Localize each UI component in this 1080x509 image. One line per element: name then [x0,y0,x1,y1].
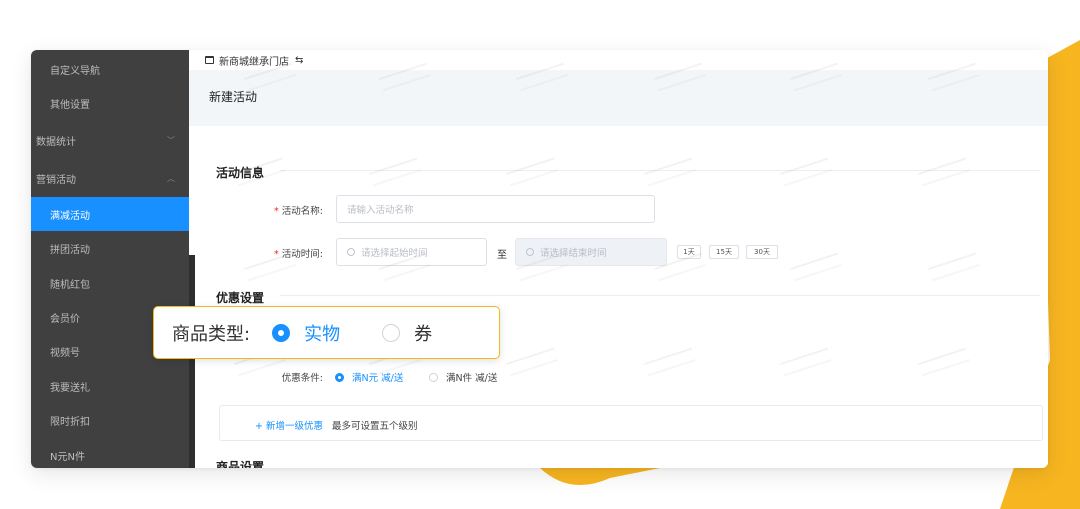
clock-icon [526,248,534,256]
watermark-mark [918,157,970,187]
deco-yellow-bottom [540,468,660,486]
start-time-input[interactable]: 请选择起始时间 [336,238,487,266]
sidebar-item-label: N元N件 [50,451,85,463]
store-switcher[interactable]: 新商城继承门店 ⇆ [195,50,1048,70]
goods-type-label: 商品类型: [172,323,251,345]
start-time-placeholder: 请选择起始时间 [361,248,428,259]
watermark-mark [790,252,842,282]
discount-levels-tip: 最多可设置五个级别 [332,421,418,432]
activity-time-label: * 活动时间: [225,246,323,260]
discount-condition-label: 优惠条件: [281,373,323,384]
radio-checked-icon[interactable] [272,323,291,342]
quick-range-15-days[interactable]: 15天 [709,245,739,259]
sidebar-item-group-buy[interactable]: 拼团活动 [31,231,189,265]
goods-type-option-voucher[interactable]: 券 [414,320,432,346]
sidebar-item-custom-nav[interactable]: 自定义导航 [31,52,189,86]
sidebar-item-gift[interactable]: 我要送礼 [31,369,189,403]
sidebar-item-other-settings[interactable]: 其他设置 [31,86,189,120]
page-title: 新建活动 [209,90,258,104]
goods-type-option-physical[interactable]: 实物 [304,320,340,346]
activity-name-placeholder: 请输入活动名称 [347,205,414,216]
sidebar-item-label: 自定义导航 [50,65,100,77]
sidebar-item-label: 数据统计 [36,136,76,148]
watermark-mark [506,347,558,377]
clock-icon [347,248,355,256]
app-window: 自定义导航 其他设置 数据统计 ﹀ 营销活动 ︿ 满减活动 拼团活动 随机红包 会员… [31,50,1048,468]
time-range-separator: 至 [497,250,507,261]
sidebar-item-label: 限时折扣 [50,416,90,428]
radio-unchecked-icon[interactable] [382,323,401,342]
discount-levels-box: + 新增一级优惠 最多可设置五个级别 [219,405,1043,441]
sidebar-item-label: 营销活动 [36,174,76,186]
chevron-up-icon: ︿ [167,173,175,183]
sidebar: 自定义导航 其他设置 数据统计 ﹀ 营销活动 ︿ 满减活动 拼团活动 随机红包 会员… [31,50,189,468]
sidebar-item-label: 随机红包 [50,279,90,291]
add-discount-level-link[interactable]: + 新增一级优惠 [255,418,323,432]
activity-name-input[interactable]: 请输入活动名称 [336,195,655,223]
store-icon [205,56,214,64]
sidebar-group-data-stats[interactable]: 数据统计 ﹀ [31,123,189,157]
sidebar-item-n-yuan-n-pieces[interactable]: N元N件 [31,438,189,468]
watermark-mark [780,157,832,187]
activity-name-label: * 活动名称: [225,203,323,217]
sidebar-item-flash-discount[interactable]: 限时折扣 [31,403,189,437]
sidebar-item-label: 其他设置 [50,99,90,111]
watermark-mark [780,347,832,377]
main-content: 新商城继承门店 ⇆ 新建活动 活动信息 * 活动名称: 请输入活动名称 * 活动时间… [189,50,1048,468]
radio-full-n-yuan[interactable]: 满N元 减/送 [335,370,403,384]
section-title-goods: 商品设置 [216,460,265,468]
sidebar-item-label: 拼团活动 [50,244,90,256]
radio-checked-icon [335,372,344,382]
sidebar-item-label: 我要送礼 [50,382,90,394]
end-time-placeholder: 请选择结束时间 [540,248,607,259]
swap-icon[interactable]: ⇆ [295,55,303,66]
watermark-mark [644,157,696,187]
watermark-mark [369,157,421,187]
watermark-mark [506,157,558,187]
radio-label: 满N件 减/送 [446,373,498,384]
end-time-input[interactable]: 请选择结束时间 [515,238,667,266]
section-title-activity-info: 活动信息 [216,166,265,180]
quick-range-30-days[interactable]: 30天 [746,245,778,259]
section-divider [280,295,1040,296]
radio-label: 满N元 减/送 [352,373,404,384]
sidebar-group-marketing[interactable]: 营销活动 ︿ [31,161,189,195]
sidebar-item-full-reduction[interactable]: 满减活动 [31,197,189,231]
required-mark: * [274,249,279,260]
store-name: 新商城继承门店 [219,56,289,68]
watermark-mark [928,252,980,282]
activity-time-label-text: 活动时间: [281,249,323,260]
radio-full-n-pieces[interactable]: 满N件 减/送 [429,370,497,384]
radio-unchecked-icon [429,372,438,382]
watermark-mark [644,347,696,377]
sidebar-item-random-redpacket[interactable]: 随机红包 [31,266,189,300]
sidebar-item-label: 满减活动 [50,210,90,222]
watermark-mark [918,347,970,377]
page-header-band [189,70,1048,126]
required-mark: * [274,206,279,217]
goods-type-callout: 商品类型: 实物 券 [153,306,500,359]
chevron-down-icon: ﹀ [167,135,175,145]
section-divider [280,170,1040,171]
sidebar-item-label: 会员价 [50,313,80,325]
sidebar-item-label: 视频号 [50,347,80,359]
screenshot-stage: 自定义导航 其他设置 数据统计 ﹀ 营销活动 ︿ 满减活动 拼团活动 随机红包 会员… [0,0,1080,509]
quick-range-1-day[interactable]: 1天 [677,245,701,259]
section-title-discount: 优惠设置 [216,291,265,305]
activity-name-label-text: 活动名称: [281,206,323,217]
